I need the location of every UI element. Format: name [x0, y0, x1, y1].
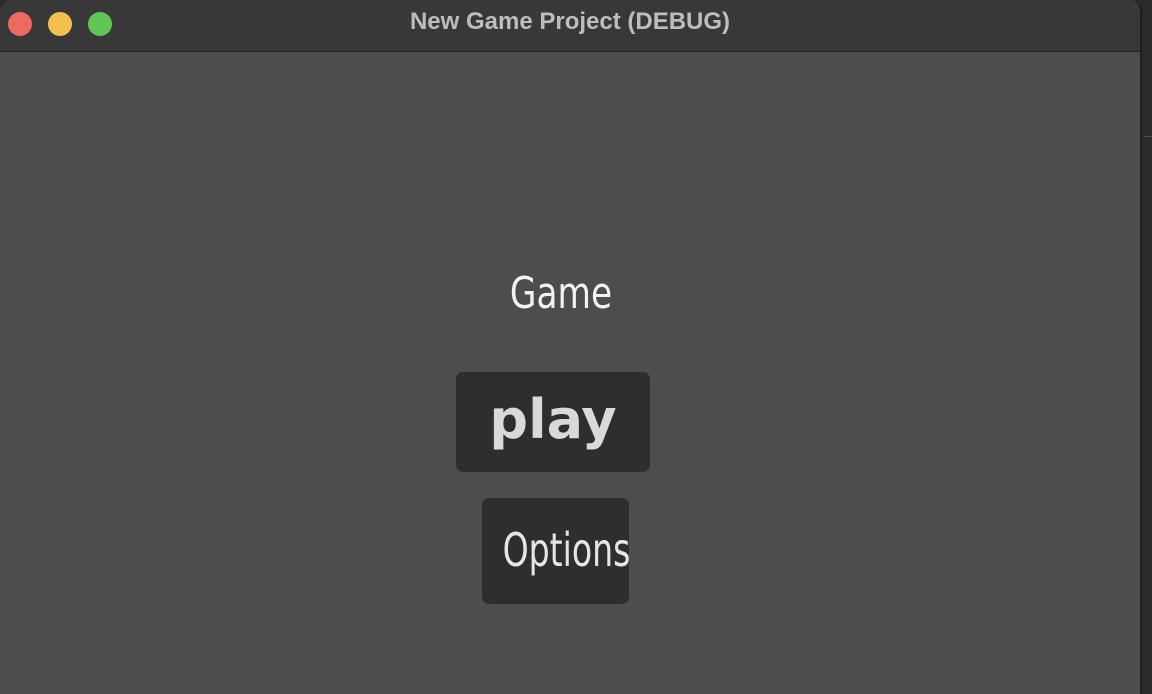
title-bar[interactable]: New Game Project (DEBUG): [0, 0, 1140, 52]
options-button-label: Options: [502, 523, 631, 577]
game-window: New Game Project (DEBUG) Game play Optio…: [0, 0, 1142, 694]
play-button[interactable]: play: [456, 372, 650, 472]
options-button[interactable]: Options: [482, 498, 631, 604]
game-title-label: Game: [509, 268, 613, 319]
play-button-label: play: [489, 388, 617, 451]
window-title: New Game Project (DEBUG): [409, 8, 731, 35]
edge-divider: [1144, 136, 1152, 137]
